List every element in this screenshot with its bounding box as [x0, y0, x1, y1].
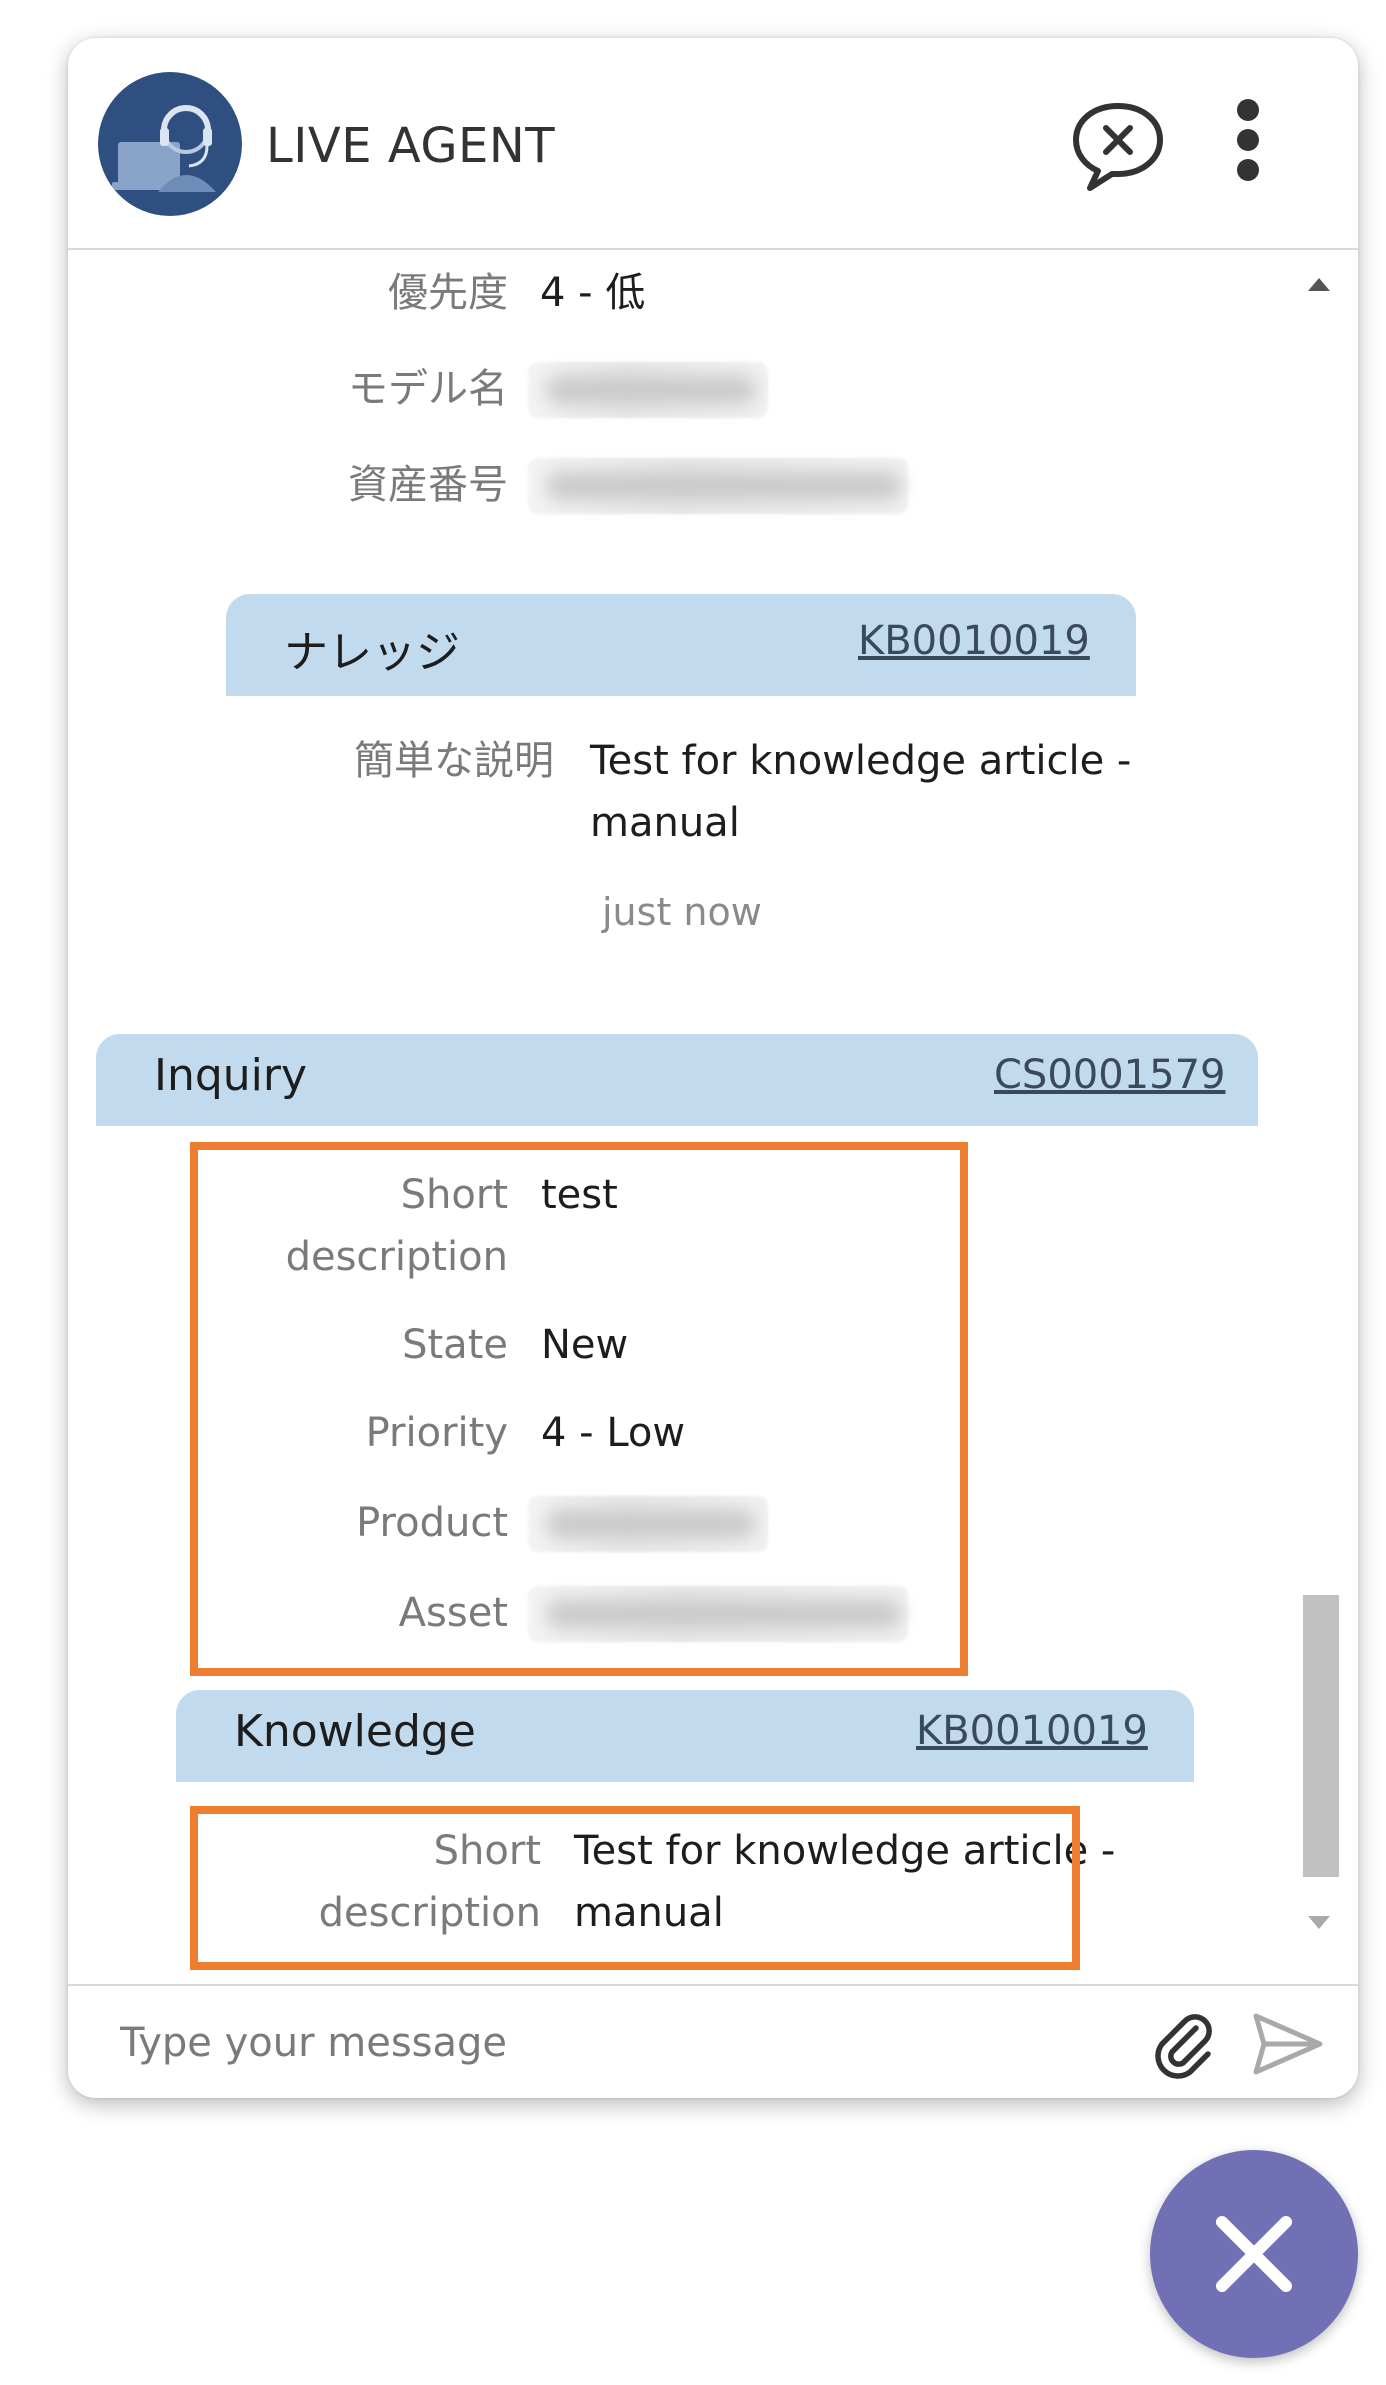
knowledge-card-header-jp: ナレッジ KB0010019 — [226, 594, 1136, 696]
card-title: Inquiry — [154, 1050, 308, 1101]
end-chat-button[interactable] — [1068, 96, 1168, 196]
end-chat-icon — [1073, 103, 1163, 191]
agent-avatar — [98, 72, 242, 216]
close-chat-fab[interactable] — [1150, 2150, 1358, 2358]
close-icon — [1216, 2216, 1292, 2292]
scrollbar-thumb[interactable] — [1303, 1595, 1339, 1877]
chat-widget: LIVE AGENT 優先度 4 - 低 モデル名 資産番号 ナレッジ KB00… — [68, 38, 1358, 2098]
highlight-box — [190, 1142, 968, 1676]
paperclip-icon — [1155, 2014, 1212, 2079]
redacted-value — [546, 472, 902, 500]
scrollbar[interactable] — [1300, 270, 1340, 1960]
field-value: Test for knowledge article - — [590, 738, 1132, 784]
scroll-up-arrow-icon[interactable] — [1308, 278, 1330, 291]
message-list[interactable]: 優先度 4 - 低 モデル名 資産番号 ナレッジ KB0010019 簡単な説明… — [68, 250, 1358, 1980]
case-number-link[interactable]: CS0001579 — [994, 1052, 1225, 1098]
inquiry-card-header: Inquiry CS0001579 — [96, 1034, 1258, 1126]
knowledge-card-header: Knowledge KB0010019 — [176, 1690, 1194, 1782]
chat-header: LIVE AGENT — [68, 38, 1358, 250]
chat-title: LIVE AGENT — [266, 118, 556, 174]
message-timestamp: just now — [602, 890, 762, 934]
more-options-button[interactable] — [1218, 96, 1278, 196]
message-composer — [68, 1984, 1358, 2098]
attach-button[interactable] — [1148, 2008, 1220, 2080]
send-icon — [1253, 2013, 1323, 2075]
highlight-box — [190, 1806, 1080, 1970]
field-label: 優先度 — [388, 270, 508, 316]
field-label: 資産番号 — [348, 462, 508, 508]
field-row: モデル名 — [68, 358, 1268, 420]
field-label: 簡単な説明 — [354, 738, 554, 784]
field-value: 4 - 低 — [540, 270, 646, 316]
more-vertical-icon — [1237, 99, 1259, 181]
message-input[interactable] — [118, 2010, 1122, 2076]
field-row: 簡単な説明 Test for knowledge article - manua… — [68, 730, 1268, 854]
card-title: Knowledge — [234, 1706, 476, 1757]
card-title: ナレッジ — [284, 627, 460, 678]
knowledge-number-link[interactable]: KB0010019 — [916, 1708, 1148, 1754]
field-row: 資産番号 — [68, 454, 1268, 516]
knowledge-number-link[interactable]: KB0010019 — [858, 618, 1090, 664]
send-button[interactable] — [1250, 2008, 1326, 2080]
field-label: モデル名 — [348, 366, 508, 412]
headset-agent-icon — [112, 105, 216, 192]
scroll-down-arrow-icon[interactable] — [1308, 1916, 1330, 1929]
field-value: manual — [590, 800, 740, 846]
field-row: 優先度 4 - 低 — [68, 262, 1268, 324]
redacted-value — [546, 376, 756, 404]
